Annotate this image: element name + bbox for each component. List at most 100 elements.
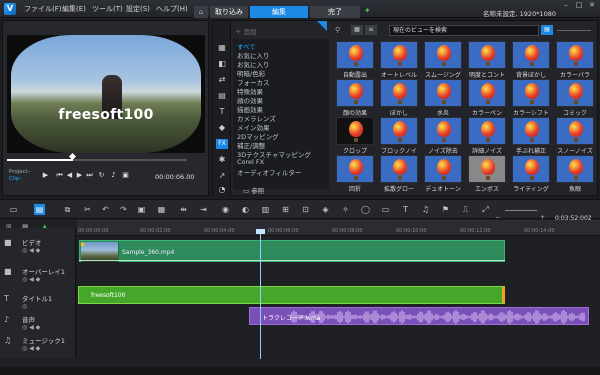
play-icon[interactable]: ▶ xyxy=(41,171,50,180)
title-clip-trim-handle[interactable] xyxy=(502,287,505,303)
duck-icon[interactable]: ⎍ xyxy=(460,204,471,215)
grid-icon[interactable]: ▦ xyxy=(156,204,167,215)
thumb-size-slider[interactable] xyxy=(557,30,591,31)
audio-clip[interactable]: トラクレコード.wma xyxy=(249,307,589,325)
graphic-icon[interactable]: ◆ xyxy=(216,123,228,133)
effect-thumbnail[interactable] xyxy=(336,117,374,145)
split-icon[interactable]: ⇹ xyxy=(178,204,189,215)
browse-button[interactable]: ▭ 参照 xyxy=(243,185,264,195)
ripple-icon[interactable]: ⇥ xyxy=(198,204,209,215)
video-track-controls[interactable]: ◎ ◀ ◆ xyxy=(22,247,40,254)
effect-thumbnail[interactable] xyxy=(336,41,374,69)
text-icon[interactable]: T xyxy=(400,204,411,215)
overlay-track-controls[interactable]: ◎ ◀ ◆ xyxy=(22,276,40,283)
subtitle-icon[interactable]: ▭ xyxy=(380,204,391,215)
effect-thumbnail[interactable] xyxy=(336,155,374,183)
snapshot-icon[interactable]: ▣ xyxy=(136,204,147,215)
effect-thumbnail[interactable] xyxy=(424,155,462,183)
fx-icon[interactable]: FX xyxy=(216,139,228,149)
instant-project-icon[interactable]: ◧ xyxy=(216,59,228,69)
color-grade-icon[interactable]: ◈ xyxy=(320,204,331,215)
close-icon[interactable]: ✕ xyxy=(586,1,598,10)
minimize-icon[interactable]: – xyxy=(560,1,572,10)
menu-settings[interactable]: 設定(S) xyxy=(126,4,150,14)
title-track-controls[interactable]: ◎ xyxy=(22,303,27,310)
clip-mode-label[interactable]: Clip– xyxy=(9,176,22,182)
speed-icon[interactable]: ◔ xyxy=(216,185,228,195)
end-icon[interactable]: ⏭ xyxy=(85,171,94,180)
effect-thumbnail[interactable] xyxy=(512,117,550,145)
motion-icon[interactable]: ↗ xyxy=(216,171,228,181)
tool-icon[interactable]: ⧉ xyxy=(62,204,73,215)
effect-thumbnail[interactable] xyxy=(512,79,550,107)
mask-icon[interactable]: ◐ xyxy=(240,204,251,215)
menu-edit[interactable]: 編集(E) xyxy=(62,4,86,14)
effect-thumbnail[interactable] xyxy=(512,155,550,183)
effect-thumbnail[interactable] xyxy=(556,155,594,183)
menu-tools[interactable]: ツール(T) xyxy=(92,4,123,14)
video-clip[interactable]: Sample_360.mp4 xyxy=(79,240,505,262)
effect-thumbnail[interactable] xyxy=(380,155,418,183)
timeline-view-icon[interactable]: ▤ xyxy=(34,204,45,215)
hd-preview-icon[interactable]: ▣ xyxy=(121,171,130,180)
tab-share[interactable]: 完了 xyxy=(310,6,360,18)
effect-thumbnail[interactable] xyxy=(424,117,462,145)
effect-thumbnail[interactable] xyxy=(424,41,462,69)
home-tab[interactable]: ⌂ xyxy=(194,6,208,18)
multicam-icon[interactable]: ▥ xyxy=(260,204,271,215)
effect-thumbnail[interactable] xyxy=(468,41,506,69)
storyboard-view-icon[interactable]: ▭ xyxy=(8,204,19,215)
effect-thumbnail[interactable] xyxy=(468,155,506,183)
effect-thumbnail[interactable] xyxy=(556,79,594,107)
magic-icon[interactable]: ✧ xyxy=(340,204,351,215)
tab-capture[interactable]: 取り込み xyxy=(210,6,248,18)
effect-thumbnail[interactable] xyxy=(336,79,374,107)
repeat-icon[interactable]: ↻ xyxy=(97,171,106,180)
category-corelfx[interactable]: Corel FX xyxy=(237,158,264,166)
undo-icon[interactable]: ↶ xyxy=(100,204,111,215)
maximize-icon[interactable]: □ xyxy=(573,1,585,10)
fit-icon[interactable]: ⤢ xyxy=(480,204,491,215)
music-track-controls[interactable]: ◎ ◀ ◆ xyxy=(22,345,40,352)
category-audio[interactable]: オーディオフィルター xyxy=(237,167,301,177)
effect-thumbnail[interactable] xyxy=(468,79,506,107)
effect-thumbnail[interactable] xyxy=(556,117,594,145)
effect-thumbnail[interactable] xyxy=(512,41,550,69)
playhead-handle[interactable] xyxy=(256,229,265,234)
view-select[interactable]: 現在のビューを検索 xyxy=(389,25,539,36)
voice-track-controls[interactable]: ◎ ◀ ◆ xyxy=(22,324,40,331)
prev-frame-icon[interactable]: ◀ xyxy=(65,171,74,180)
pan-zoom-icon[interactable]: ⊡ xyxy=(300,204,311,215)
tab-edit[interactable]: 編集 xyxy=(250,6,308,18)
effect-thumbnail[interactable] xyxy=(468,117,506,145)
timecode-display[interactable]: 00:00:06.00 xyxy=(155,173,195,181)
preview-screen[interactable]: freesoft100 xyxy=(7,35,205,153)
menu-file[interactable]: ファイル(F) xyxy=(24,4,62,14)
menu-help[interactable]: ヘルプ(H) xyxy=(156,4,188,14)
next-frame-icon[interactable]: ▶ xyxy=(75,171,84,180)
effect-thumbnail[interactable] xyxy=(380,117,418,145)
trim-icon[interactable]: ✂ xyxy=(82,204,93,215)
transition-icon[interactable]: ⇄ xyxy=(216,75,228,85)
360-icon[interactable]: ◯ xyxy=(360,204,371,215)
sort-icon[interactable]: ▤ xyxy=(541,25,553,35)
audio-mix-icon[interactable]: ♫ xyxy=(420,204,431,215)
zoom-slider[interactable] xyxy=(505,210,537,211)
search-icon[interactable]: ⚲ xyxy=(335,26,340,34)
media-icon[interactable]: ▦ xyxy=(216,43,228,53)
project-mode-label[interactable]: Project– xyxy=(9,169,31,175)
effect-thumbnail[interactable] xyxy=(380,79,418,107)
list-view-icon[interactable]: ≡ xyxy=(365,25,377,35)
chapter-icon[interactable]: ⚑ xyxy=(440,204,451,215)
motion-track-icon[interactable]: ⊞ xyxy=(280,204,291,215)
record-icon[interactable]: ◉ xyxy=(220,204,231,215)
redo-icon[interactable]: ↷ xyxy=(118,204,129,215)
effect-thumbnail[interactable] xyxy=(556,41,594,69)
path-icon[interactable]: ✱ xyxy=(216,155,228,165)
volume-icon[interactable]: ♪ xyxy=(109,171,118,180)
add-button[interactable]: ＋ 追加 xyxy=(235,26,257,36)
grid-view-icon[interactable]: ▦ xyxy=(351,25,363,35)
title-icon[interactable]: T xyxy=(216,107,228,117)
template-icon[interactable]: ▤ xyxy=(216,91,228,101)
upgrade-icon[interactable]: ✦ xyxy=(364,6,371,15)
